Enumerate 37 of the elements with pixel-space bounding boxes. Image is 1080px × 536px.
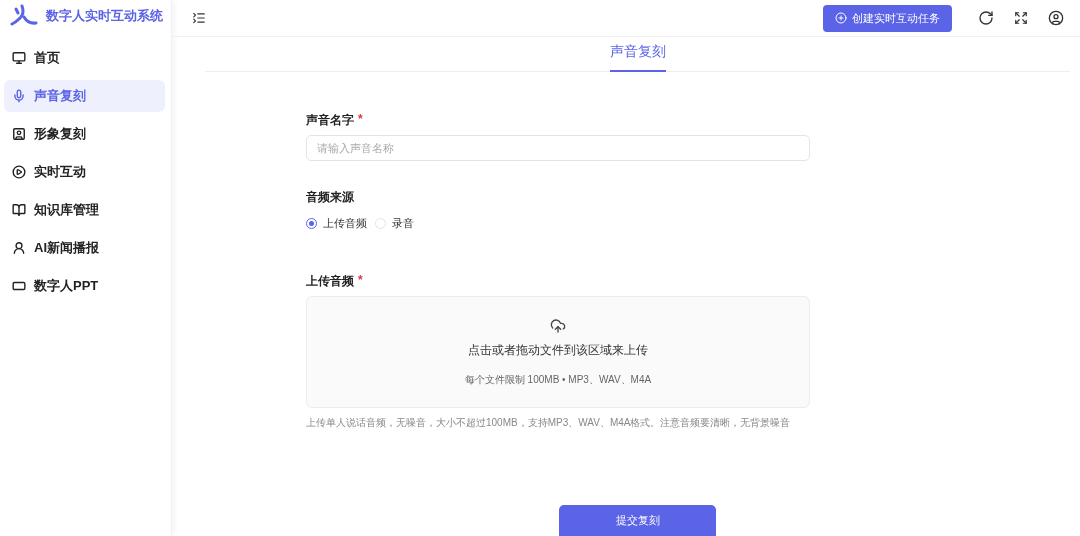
person-icon (12, 241, 26, 255)
radio-label[interactable]: 上传音频 (323, 216, 367, 231)
sidebar-item[interactable]: 形象复刻 (4, 118, 165, 150)
collapse-menu-icon[interactable] (192, 11, 206, 25)
sidebar-item[interactable]: 知识库管理 (4, 194, 165, 226)
sidebar-item[interactable]: AI新闻播报 (4, 232, 165, 264)
sidebar-item[interactable]: 首页 (4, 42, 165, 74)
field-label: 上传音频 (306, 273, 354, 290)
screen-icon (12, 279, 26, 293)
field-label: 音频来源 (306, 189, 354, 206)
upload-hint: 上传单人说话音频，无噪音，大小不超过100MB，支持MP3、WAV、M4A格式。注意音频要清晰，无背景噪音 (306, 416, 792, 430)
dropzone-title: 点击或者拖动文件到该区域来上传 (468, 341, 648, 359)
play-icon (12, 165, 26, 179)
sidebar-item[interactable]: 数字人PPT (4, 270, 165, 302)
app-title: 数字人实时互动系统 (46, 7, 163, 25)
monitor-icon (12, 51, 26, 65)
refresh-icon[interactable] (978, 10, 994, 26)
tab[interactable]: 声音复刻 (609, 37, 666, 72)
logo-icon (10, 4, 38, 28)
portrait-icon (12, 127, 26, 141)
sidebar-item[interactable]: 声音复刻 (4, 80, 165, 112)
plus-icon (835, 12, 847, 24)
dropzone-limits: 每个文件限制 100MB • MP3、WAV、M4A (464, 372, 652, 387)
fullscreen-icon[interactable] (1014, 11, 1028, 25)
radio-label[interactable]: 录音 (392, 216, 414, 231)
submit-button[interactable]: 提交复刻 (559, 505, 716, 536)
microphone-icon (12, 89, 26, 103)
book-icon (12, 203, 26, 217)
sidebar-item[interactable]: 实时互动 (4, 156, 165, 188)
create-task-button[interactable]: 创建实时互动任务 (823, 4, 952, 32)
voice-name-field[interactable]: 请输入声音名称 (306, 135, 810, 161)
upload-icon (550, 317, 566, 334)
upload-dropzone[interactable]: 点击或者拖动文件到该区域来上传 每个文件限制 100MB • MP3、WAV、M4A (306, 296, 810, 408)
field-label: 声音名字 (306, 112, 354, 129)
required-mark: * (358, 273, 363, 289)
user-icon[interactable] (1048, 10, 1064, 26)
required-mark: * (358, 112, 363, 128)
